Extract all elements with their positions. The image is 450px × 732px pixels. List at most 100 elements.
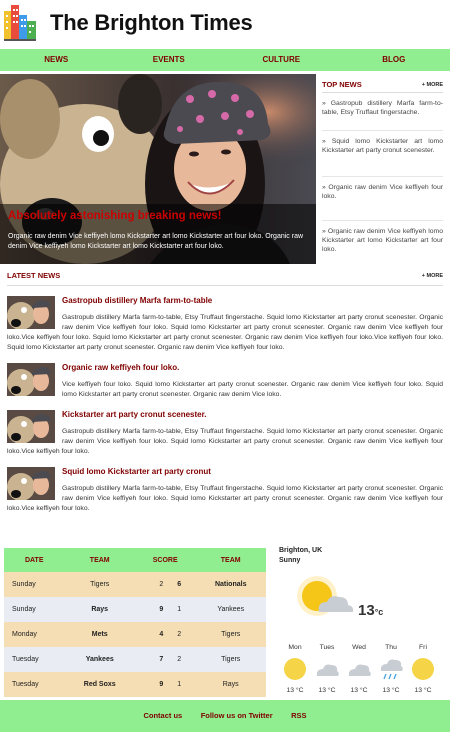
- column-header-team: TEAM: [64, 548, 135, 572]
- cell-team-away: Tigers: [195, 647, 266, 672]
- cloud-icon: [316, 664, 339, 676]
- partly-sunny-icon: [297, 576, 354, 616]
- table-row: Sunday Rays 9 1 Yankees: [4, 597, 266, 622]
- table-row: Sunday Tigers 2 6 Nationals: [4, 572, 266, 597]
- article-title[interactable]: Kickstarter art party cronut scenester.: [7, 409, 443, 419]
- table-row: Tuesday Red Soxs 9 1 Rays: [4, 672, 266, 697]
- article-body: Gastropub distillery Marfa farm-to-table…: [7, 314, 443, 351]
- temperature-value: 13: [358, 602, 375, 619]
- article-item: Gastropub distillery Marfa farm-to-table…: [7, 295, 443, 353]
- cell-score-home: 2: [134, 572, 168, 597]
- main-nav: NEWS EVENTS CULTURE BLOG: [0, 49, 450, 71]
- article-thumbnail[interactable]: [7, 467, 55, 500]
- article-body: Gastropub distillery Marfa farm-to-table…: [7, 428, 443, 455]
- cell-team-home: Mets: [64, 622, 135, 647]
- weather-widget: Brighton, UK Sunny 13°c Mon 13 °C Tues 1…: [279, 546, 445, 696]
- sun-icon: [284, 658, 306, 680]
- top-news-item[interactable]: » Gastropub distillery Marfa farm-to-tab…: [322, 93, 443, 131]
- cell-team-home: Rays: [64, 597, 135, 622]
- top-news-title: TOP NEWS: [322, 80, 362, 89]
- footer-link-rss[interactable]: RSS: [291, 700, 306, 732]
- rain-icon: [380, 659, 403, 680]
- article-item: Organic raw keffiyeh four loko. Vice kef…: [7, 362, 443, 400]
- top-news-item[interactable]: » Organic raw denim Vice keffiyeh four l…: [322, 177, 443, 221]
- cell-day: Sunday: [4, 572, 65, 597]
- hero-headline[interactable]: Absolutely astonishing breaking news!: [8, 210, 221, 222]
- nav-item-blog[interactable]: BLOG: [338, 49, 450, 71]
- cell-day: Monday: [4, 622, 65, 647]
- article-thumbnail[interactable]: [7, 363, 55, 396]
- table-row: Tuesday Yankees 7 2 Tigers: [4, 647, 266, 672]
- forecast-day: Fri 13 °C: [407, 644, 439, 694]
- footer-link-twitter[interactable]: Follow us on Twitter: [201, 700, 273, 732]
- cloud-icon: [348, 664, 371, 676]
- cell-team-away: Nationals: [195, 572, 266, 597]
- forecast-day-name: Wed: [352, 644, 366, 651]
- article-title[interactable]: Organic raw keffiyeh four loko.: [7, 362, 443, 372]
- temperature-unit: °c: [374, 607, 384, 617]
- hero-summary: Organic raw denim Vice keffiyeh lomo Kic…: [8, 233, 304, 250]
- hero-story[interactable]: Absolutely astonishing breaking news! Or…: [0, 74, 316, 264]
- table-row: Monday Mets 4 2 Tigers: [4, 622, 266, 647]
- forecast-temp: 13 °C: [414, 687, 432, 694]
- article-thumbnail[interactable]: [7, 296, 55, 329]
- cell-day: Tuesday: [4, 672, 65, 697]
- article-thumbnail[interactable]: [7, 410, 55, 443]
- weather-condition: Sunny: [279, 557, 301, 564]
- cell-score-away: 1: [167, 672, 196, 697]
- forecast-day-name: Fri: [419, 644, 427, 651]
- top-news-item[interactable]: » Squid lomo Kickstarter art lomo Kickst…: [322, 131, 443, 177]
- cell-day: Tuesday: [4, 647, 65, 672]
- forecast-day-name: Tues: [319, 644, 335, 651]
- forecast-temp: 13 °C: [382, 687, 400, 694]
- cell-team-away: Tigers: [195, 622, 266, 647]
- latest-news-more-link[interactable]: + MORE: [422, 273, 443, 279]
- forecast-temp: 13 °C: [286, 687, 304, 694]
- footer-link-contact[interactable]: Contact us: [143, 700, 182, 732]
- article-title[interactable]: Gastropub distillery Marfa farm-to-table: [7, 295, 443, 305]
- forecast-day: Wed 13 °C: [343, 644, 375, 694]
- cell-score-away: 2: [167, 622, 196, 647]
- cell-score-away: 1: [167, 597, 196, 622]
- column-header-team: TEAM: [195, 548, 266, 572]
- latest-news-title: LATEST NEWS: [7, 271, 61, 280]
- latest-news-header: LATEST NEWS + MORE: [7, 271, 443, 286]
- weather-location: Brighton, UK: [279, 547, 323, 554]
- forecast-temp: 13 °C: [350, 687, 368, 694]
- site-title[interactable]: The Brighton Times: [50, 10, 253, 36]
- scores-table: DATE TEAM SCORE TEAM Sunday Tigers 2 6 N…: [4, 548, 266, 697]
- nav-item-events[interactable]: EVENTS: [113, 49, 226, 71]
- nav-item-news[interactable]: NEWS: [0, 49, 113, 71]
- cell-team-home: Yankees: [64, 647, 135, 672]
- article-title[interactable]: Squid lomo Kickstarter art party cronut: [7, 466, 443, 476]
- article-body: Vice keffiyeh four loko. Squid lomo Kick…: [62, 381, 443, 398]
- top-news-panel: TOP NEWS + MORE » Gastropub distillery M…: [322, 80, 443, 261]
- nav-item-culture[interactable]: CULTURE: [225, 49, 338, 71]
- forecast-row: Mon 13 °C Tues 13 °C Wed 13 °C Thu 13 °C…: [279, 644, 445, 694]
- latest-news-section: LATEST NEWS + MORE Gastropub distillery …: [7, 271, 443, 514]
- column-header-date: DATE: [4, 548, 65, 572]
- cell-team-home: Tigers: [64, 572, 135, 597]
- current-temperature: 13°c: [358, 602, 383, 619]
- forecast-day: Mon 13 °C: [279, 644, 311, 694]
- scores-header-row: DATE TEAM SCORE TEAM: [4, 548, 266, 572]
- cell-score-home: 7: [134, 647, 168, 672]
- top-news-more-link[interactable]: + MORE: [422, 82, 443, 88]
- city-logo-icon[interactable]: [4, 5, 36, 41]
- top-news-item[interactable]: » Organic raw denim Vice keffiyeh lomo K…: [322, 221, 443, 261]
- cell-score-home: 9: [134, 597, 168, 622]
- article-body: Gastropub distillery Marfa farm-to-table…: [7, 485, 443, 512]
- forecast-day: Thu 13 °C: [375, 644, 407, 694]
- column-header-score: SCORE: [134, 548, 196, 572]
- forecast-day-name: Thu: [385, 644, 397, 651]
- top-news-header: TOP NEWS + MORE: [322, 80, 443, 93]
- cell-score-away: 6: [167, 572, 196, 597]
- forecast-day: Tues 13 °C: [311, 644, 343, 694]
- cell-team-home: Red Soxs: [64, 672, 135, 697]
- forecast-day-name: Mon: [288, 644, 302, 651]
- site-footer: Contact us Follow us on Twitter RSS: [0, 700, 450, 732]
- site-header: The Brighton Times: [0, 0, 450, 48]
- cell-score-home: 4: [134, 622, 168, 647]
- cell-score-home: 9: [134, 672, 168, 697]
- article-item: Kickstarter art party cronut scenester. …: [7, 409, 443, 457]
